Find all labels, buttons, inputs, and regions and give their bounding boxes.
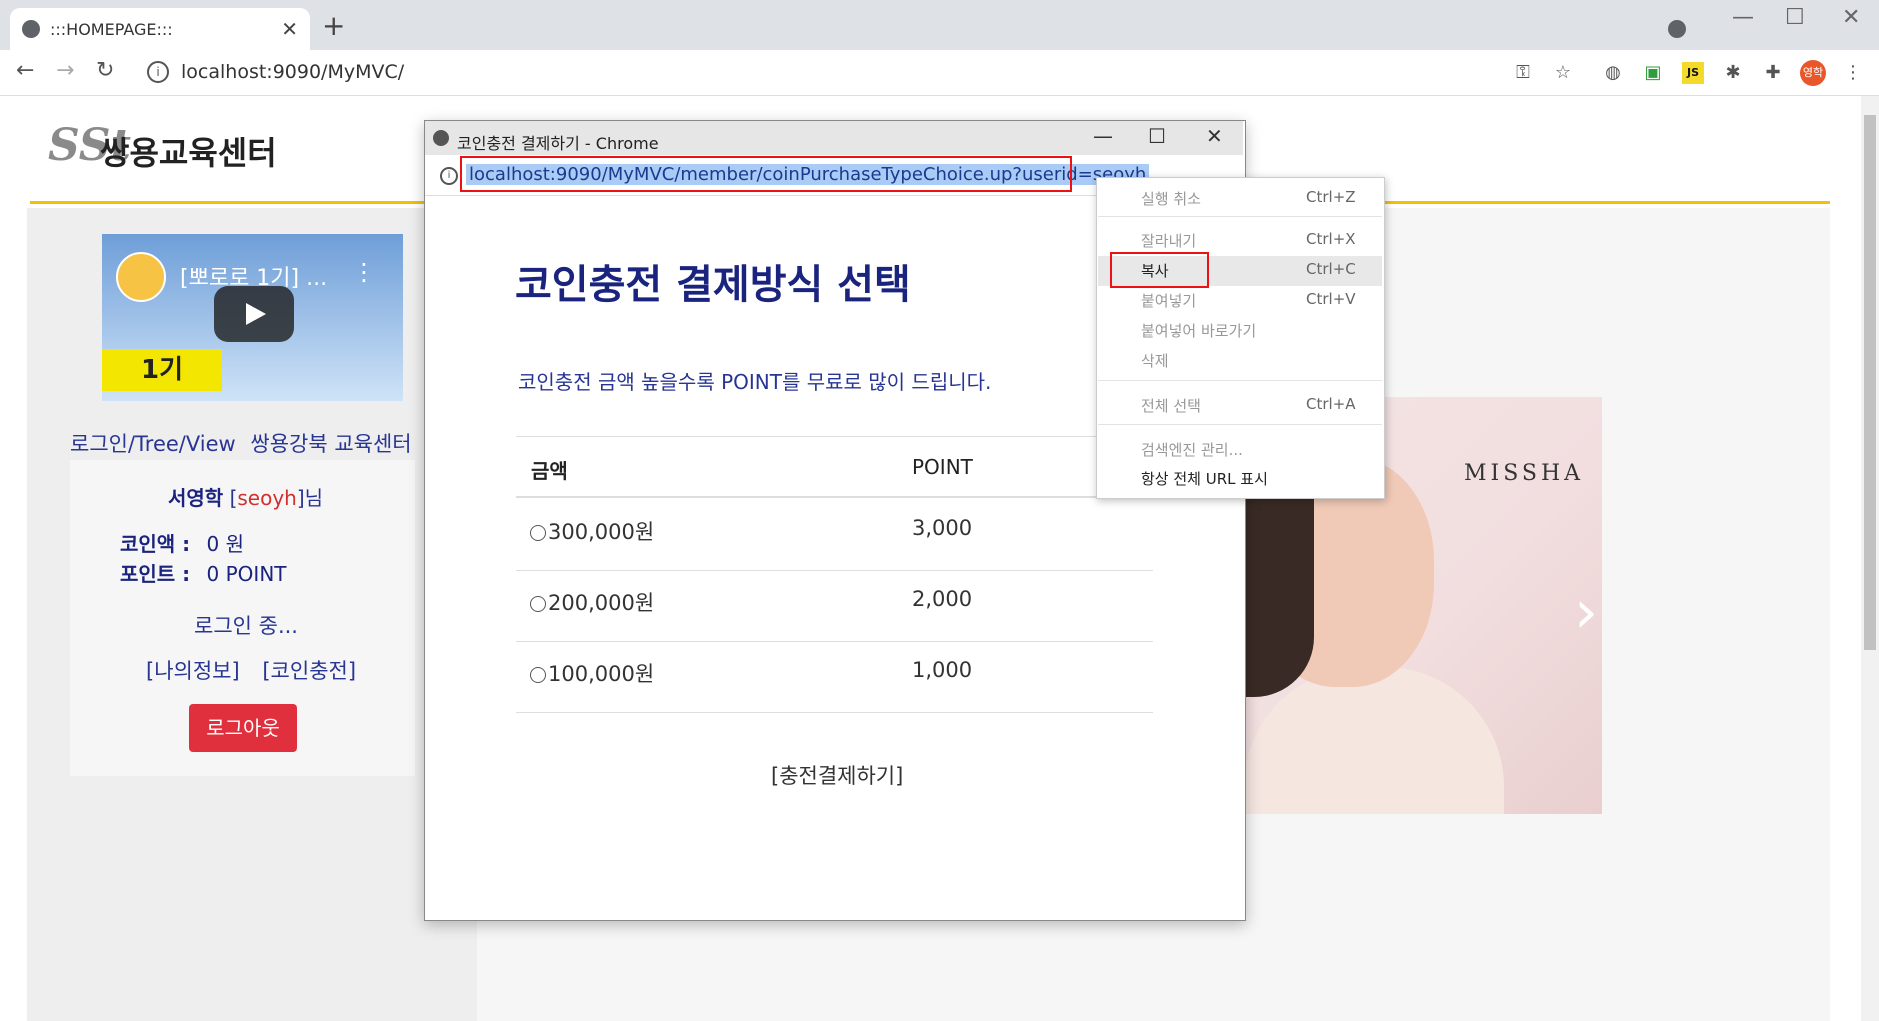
charge-payment-link[interactable]: [충전결제하기] — [771, 760, 903, 790]
menu-separator — [1098, 380, 1382, 381]
coin-label: 코인액 : — [120, 532, 191, 556]
user-name: 서영학 — [168, 486, 224, 510]
amount-200000: 200,000원 — [548, 591, 655, 615]
table-header-border — [516, 496, 1153, 498]
profile-avatar[interactable]: 영학 — [1800, 60, 1826, 86]
play-icon[interactable] — [214, 286, 294, 342]
popup-maximize-icon[interactable]: ☐ — [1148, 124, 1166, 148]
shortcut-select-all: Ctrl+A — [1306, 395, 1356, 413]
menu-delete[interactable]: 삭제 — [1141, 350, 1169, 371]
link-login-tree[interactable]: 로그인/Tree/View — [70, 432, 236, 456]
popup-close-icon[interactable]: ✕ — [1206, 124, 1223, 148]
table-row[interactable]: 100,000원 — [530, 658, 654, 688]
coin-value: 0 원 — [206, 532, 245, 556]
video-badge: 1기 — [102, 349, 222, 391]
minimize-icon[interactable]: — — [1732, 5, 1754, 30]
point-value: 0 POINT — [206, 562, 287, 586]
point-1000: 1,000 — [912, 658, 973, 682]
point-2000: 2,000 — [912, 587, 973, 611]
video-embed[interactable]: [뽀로로 1기] ... ⋮ 1기 — [102, 234, 403, 401]
coin-charge-link[interactable]: [코인충전] — [262, 659, 356, 683]
forward-icon[interactable]: → — [56, 58, 74, 83]
scrollbar-thumb[interactable] — [1864, 115, 1876, 650]
ad-brand: MISSHA — [1464, 461, 1585, 486]
user-links: [나의정보] [코인충전] — [146, 655, 356, 685]
amount-100000: 100,000원 — [548, 662, 655, 686]
popup-minimize-icon[interactable]: — — [1093, 124, 1113, 148]
reload-icon[interactable]: ↻ — [96, 58, 114, 83]
extension-icon[interactable]: ◍ — [1602, 62, 1624, 84]
menu-search-engines[interactable]: 검색엔진 관리... — [1141, 439, 1243, 460]
user-greeting: 서영학 [seoyh]님 — [168, 486, 324, 510]
table-row[interactable]: 200,000원 — [530, 587, 654, 617]
shortcut-undo: Ctrl+Z — [1306, 188, 1356, 206]
point-line: 포인트 : 0 POINT — [120, 558, 287, 587]
extension-green-icon[interactable]: ▣ — [1642, 62, 1664, 84]
globe-icon — [22, 20, 40, 38]
window-close-icon[interactable]: ✕ — [1842, 5, 1860, 30]
menu-paste[interactable]: 붙여넣기 — [1141, 290, 1196, 311]
table-row[interactable]: 300,000원 — [530, 516, 654, 546]
login-status: 로그인 중... — [194, 614, 298, 638]
close-tab-icon[interactable]: ✕ — [281, 17, 298, 41]
bug-icon[interactable]: ✱ — [1722, 62, 1744, 84]
channel-avatar — [116, 252, 166, 302]
menu-cut[interactable]: 잘라내기 — [1141, 230, 1196, 251]
row-divider — [516, 712, 1153, 713]
globe-icon — [433, 130, 449, 146]
url-highlight-box — [460, 156, 1072, 192]
point-label: 포인트 : — [120, 562, 191, 586]
amount-300000: 300,000원 — [548, 520, 655, 544]
point-3000: 3,000 — [912, 516, 973, 540]
menu-separator — [1098, 424, 1382, 425]
menu-select-all[interactable]: 전체 선택 — [1141, 395, 1201, 416]
tab-search-icon[interactable] — [1668, 20, 1686, 38]
tab-title: :::HOMEPAGE::: — [50, 19, 173, 39]
maximize-icon[interactable]: ☐ — [1785, 5, 1805, 30]
user-id: seoyh — [237, 486, 297, 510]
back-icon[interactable]: ← — [16, 58, 34, 83]
puzzle-icon[interactable]: ✚ — [1762, 62, 1784, 84]
address-bar[interactable]: i localhost:9090/MyMVC/ — [135, 56, 1485, 88]
shortcut-paste: Ctrl+V — [1306, 290, 1356, 308]
my-info-link[interactable]: [나의정보] — [146, 659, 240, 683]
chevron-right-icon[interactable]: › — [1574, 577, 1598, 647]
radio-200000[interactable] — [530, 596, 546, 612]
user-suffix: 님 — [304, 486, 324, 510]
coin-line: 코인액 : 0 원 — [120, 528, 244, 557]
link-center[interactable]: 쌍용강북 교육센터 — [250, 432, 411, 456]
radio-100000[interactable] — [530, 667, 546, 683]
copy-highlight-box — [1110, 252, 1209, 288]
star-icon[interactable]: ☆ — [1552, 62, 1574, 84]
row-divider — [516, 641, 1153, 642]
popup-info-icon[interactable]: i — [440, 167, 458, 185]
site-info-icon[interactable]: i — [147, 61, 169, 83]
key-icon[interactable]: ⚿ — [1512, 62, 1534, 84]
shortcut-copy: Ctrl+C — [1306, 260, 1356, 278]
popup-subtitle: 코인충전 금액 높을수록 POINT를 무료로 많이 드립니다. — [518, 370, 992, 394]
row-divider — [516, 570, 1153, 571]
menu-undo[interactable]: 실행 취소 — [1141, 188, 1201, 209]
logout-button[interactable]: 로그아웃 — [189, 704, 297, 752]
new-tab-icon[interactable]: + — [322, 12, 345, 40]
menu-separator — [1098, 216, 1382, 217]
shortcut-cut: Ctrl+X — [1306, 230, 1356, 248]
table-header-amount: 금액 — [531, 459, 568, 483]
js-extension-icon[interactable]: JS — [1682, 62, 1704, 84]
logo-text[interactable]: 쌍용교육센터 — [100, 128, 277, 174]
radio-300000[interactable] — [530, 525, 546, 541]
menu-dots-icon[interactable]: ⋮ — [1842, 62, 1864, 84]
popup-heading: 코인충전 결제방식 선택 — [515, 262, 911, 308]
popup-title: 코인충전 결제하기 - Chrome — [457, 134, 659, 153]
menu-paste-go[interactable]: 붙여넣어 바로가기 — [1141, 320, 1256, 341]
menu-show-full-url[interactable]: 항상 전체 URL 표시 — [1141, 468, 1268, 489]
sidebar-links: 로그인/Tree/View 쌍용강북 교육센터 — [70, 428, 420, 458]
table-header-point: POINT — [912, 455, 973, 479]
address-text: localhost:9090/MyMVC/ — [181, 61, 405, 83]
table-top-border — [516, 436, 1153, 437]
video-menu-icon[interactable]: ⋮ — [352, 258, 376, 286]
browser-tab[interactable]: :::HOMEPAGE::: ✕ — [10, 8, 310, 50]
